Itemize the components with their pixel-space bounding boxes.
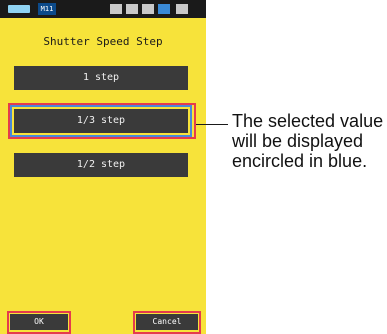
- memory-badge: M11: [38, 3, 56, 15]
- option-1-step-button[interactable]: 1 step: [14, 66, 188, 90]
- indicator-icon: [126, 4, 138, 14]
- annotation-text: The selected value will be displayed enc…: [232, 111, 384, 171]
- callout-highlight-box: [133, 311, 201, 334]
- indicator-icon: [110, 4, 122, 14]
- indicator-icon: [142, 4, 154, 14]
- callout-line: [196, 124, 228, 125]
- screen-title: Shutter Speed Step: [43, 35, 163, 48]
- meter-screen: M11 Shutter Speed Step 1 step 1/3 step 1…: [0, 0, 206, 334]
- callout-highlight-box: [8, 103, 196, 139]
- indicator-icon: [176, 4, 188, 14]
- option-1-2-step-button[interactable]: 1/2 step: [14, 153, 188, 177]
- indicator-icon: [158, 4, 170, 14]
- battery-icon: [8, 5, 30, 13]
- callout-highlight-box: [7, 311, 71, 334]
- status-bar: M11: [0, 0, 206, 18]
